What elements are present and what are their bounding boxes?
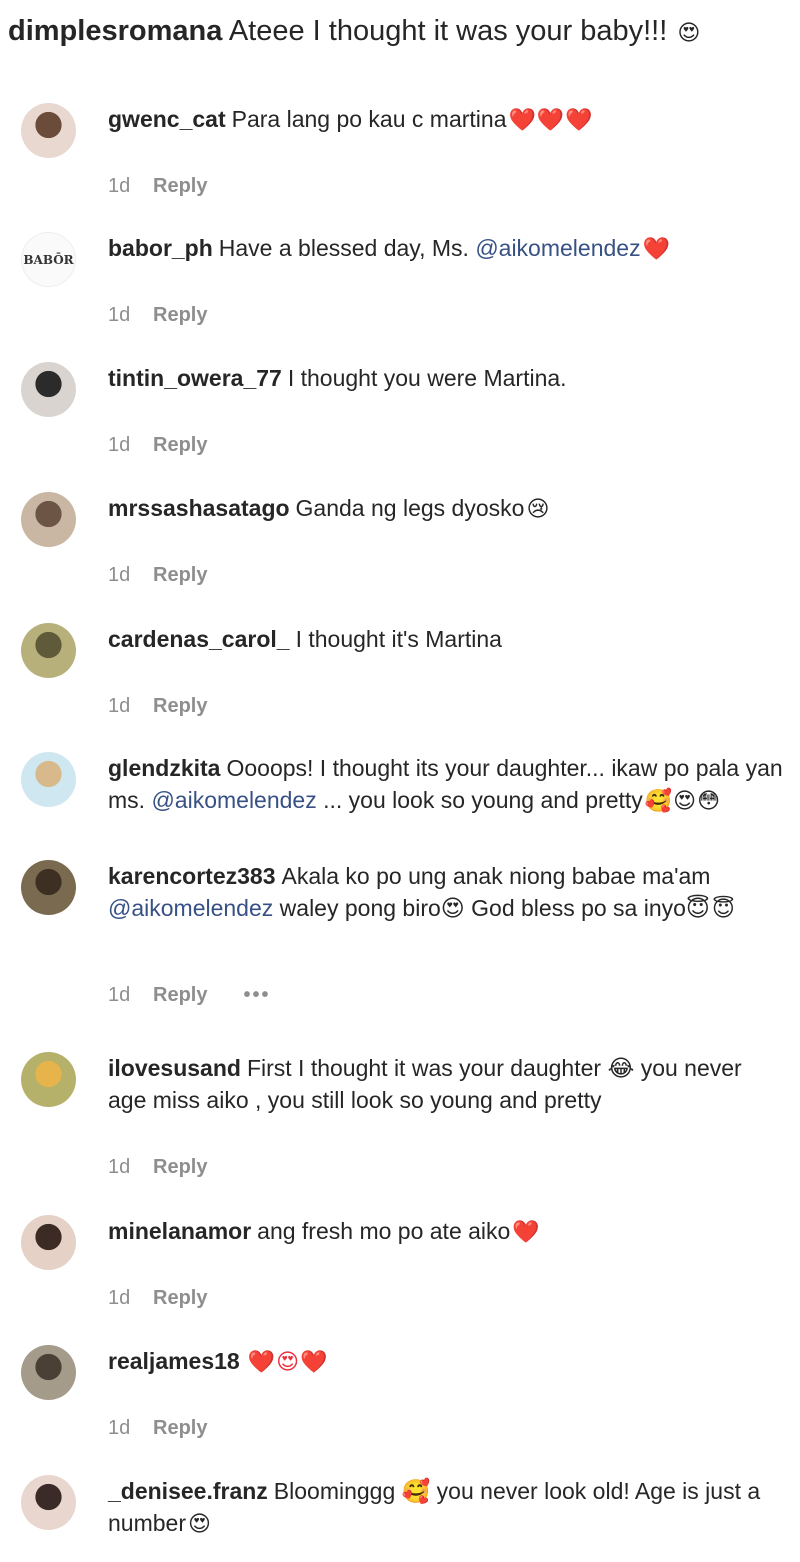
comment-body: realjames18 ❤️😍❤️ xyxy=(108,1345,786,1378)
mention-link[interactable]: @aikomelendez xyxy=(475,235,640,261)
comment-body: minelanamor ang fresh mo po ate aiko❤️ xyxy=(108,1215,786,1248)
user-avatar[interactable] xyxy=(21,1345,76,1400)
comment-body: cardenas_carol_ I thought it's Martina xyxy=(108,623,786,655)
more-options-icon[interactable]: ••• xyxy=(243,984,270,1006)
comment-body: gwenc_cat Para lang po kau c martina❤️❤️❤… xyxy=(108,103,786,136)
comment-text: Ganda ng legs dyosko xyxy=(295,495,525,521)
comment-username[interactable]: babor_ph xyxy=(108,235,213,261)
comment-text: ang fresh mo po ate aiko xyxy=(257,1218,511,1244)
comment-body: glendzkita Oooops! I thought its your dau… xyxy=(108,752,786,817)
comment-body: karencortez383 Akala ko po ung anak niong… xyxy=(108,860,786,925)
comment-text: Akala ko po ung anak niong babae ma'am xyxy=(281,863,711,889)
user-avatar[interactable] xyxy=(21,362,76,417)
comment-username[interactable]: tintin_owera_77 xyxy=(108,365,282,391)
mention-link[interactable]: @aikomelendez xyxy=(108,895,273,921)
comment-text: ... you look so young and pretty xyxy=(316,787,643,813)
comment-text: waley pong biro😍 God bless po sa inyo😇 xyxy=(273,895,710,921)
comment-username[interactable]: realjames18 xyxy=(108,1348,240,1374)
reply-button[interactable]: Reply xyxy=(153,1156,207,1178)
emoji-icon: ❤️😍❤️ xyxy=(247,1349,329,1374)
comment-meta: 1d Reply xyxy=(108,1156,207,1179)
reply-button[interactable]: Reply xyxy=(153,434,207,456)
comment-timestamp: 1d xyxy=(108,1287,131,1309)
comment-timestamp: 1d xyxy=(108,434,131,456)
comment-text: I thought you were Martina. xyxy=(287,365,567,391)
reply-button[interactable]: Reply xyxy=(153,175,207,197)
comment-meta: 1d Reply xyxy=(108,304,207,327)
user-avatar[interactable] xyxy=(21,1052,76,1107)
comment-meta: 1d Reply xyxy=(108,564,207,587)
user-avatar[interactable] xyxy=(21,752,76,807)
reply-button[interactable]: Reply xyxy=(153,564,207,586)
comment-body: ilovesusand First I thought it was your d… xyxy=(108,1052,786,1116)
emoji-icon: 😇 xyxy=(711,896,736,921)
comment-body: tintin_owera_77 I thought you were Martin… xyxy=(108,362,786,394)
user-avatar[interactable] xyxy=(21,860,76,915)
heart-eyes-emoji-icon: 😍 xyxy=(677,20,702,45)
comment-timestamp: 1d xyxy=(108,984,131,1006)
top-comment-text: Ateee I thought it was your baby!!! xyxy=(228,15,668,47)
babor-logo-avatar[interactable]: BABŌR xyxy=(21,232,76,287)
reply-button[interactable]: Reply xyxy=(153,1417,207,1439)
emoji-icon: 😍 xyxy=(187,1511,212,1536)
comment-meta: 1d Reply xyxy=(108,1417,207,1440)
emoji-icon: ❤️ xyxy=(642,236,671,261)
top-comment-username[interactable]: dimplesromana xyxy=(8,15,222,47)
comment-body: babor_ph Have a blessed day, Ms. @aikomel… xyxy=(108,232,786,265)
comment-username[interactable]: cardenas_carol_ xyxy=(108,626,290,652)
comment-meta: 1d Reply xyxy=(108,695,207,718)
comment-timestamp: 1d xyxy=(108,1417,131,1439)
emoji-icon: ❤️❤️❤️ xyxy=(508,107,594,132)
user-avatar[interactable] xyxy=(21,492,76,547)
comment-text: Para lang po kau c martina xyxy=(231,106,507,132)
comment-body: _denisee.franz Bloominggg 🥰 you never loo… xyxy=(108,1475,786,1540)
comment-text: Have a blessed day, Ms. xyxy=(218,235,476,261)
emoji-icon: ❤️ xyxy=(512,1219,541,1244)
comment-timestamp: 1d xyxy=(108,304,131,326)
reply-button[interactable]: Reply xyxy=(153,984,207,1006)
comment-body: mrssashasatago Ganda ng legs dyosko😢 xyxy=(108,492,786,525)
emoji-icon: 🥰😍😳 xyxy=(644,788,722,813)
reply-button[interactable]: Reply xyxy=(153,304,207,326)
user-avatar[interactable] xyxy=(21,103,76,158)
comment-username[interactable]: karencortez383 xyxy=(108,863,276,889)
comment-meta: 1d Reply ••• xyxy=(108,984,270,1007)
user-avatar[interactable] xyxy=(21,623,76,678)
top-comment: dimplesromana Ateee I thought it was you… xyxy=(8,8,788,56)
reply-button[interactable]: Reply xyxy=(153,1287,207,1309)
reply-button[interactable]: Reply xyxy=(153,695,207,717)
comment-username[interactable]: minelanamor xyxy=(108,1218,251,1244)
comment-timestamp: 1d xyxy=(108,175,131,197)
comment-timestamp: 1d xyxy=(108,695,131,717)
comment-timestamp: 1d xyxy=(108,1156,131,1178)
comment-username[interactable]: glendzkita xyxy=(108,755,220,781)
mention-link[interactable]: @aikomelendez xyxy=(151,787,316,813)
emoji-icon: 😢 xyxy=(526,496,551,521)
user-avatar[interactable] xyxy=(21,1475,76,1530)
comment-meta: 1d Reply xyxy=(108,434,207,457)
comment-username[interactable]: mrssashasatago xyxy=(108,495,290,521)
user-avatar[interactable] xyxy=(21,1215,76,1270)
comment-text: I thought it's Martina xyxy=(295,626,502,652)
comment-meta: 1d Reply xyxy=(108,175,207,198)
comment-meta: 1d Reply xyxy=(108,1287,207,1310)
comment-username[interactable]: gwenc_cat xyxy=(108,106,226,132)
comment-timestamp: 1d xyxy=(108,564,131,586)
comment-username[interactable]: ilovesusand xyxy=(108,1055,241,1081)
comment-username[interactable]: _denisee.franz xyxy=(108,1478,268,1504)
